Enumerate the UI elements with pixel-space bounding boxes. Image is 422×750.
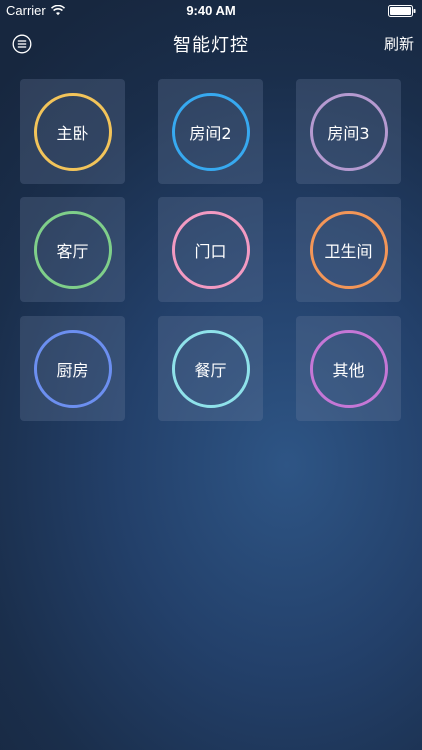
room-ring: 房间3	[309, 92, 388, 171]
room-label: 客厅	[56, 241, 89, 261]
room-ring: 客厅	[33, 210, 112, 289]
room-ring: 餐厅	[171, 329, 250, 408]
room-tile[interactable]: 房间3	[296, 79, 401, 184]
room-label: 卫生间	[324, 241, 373, 261]
status-bar: Carrier 9:40 AM	[0, 0, 422, 22]
room-ring: 门口	[171, 210, 250, 289]
room-tile[interactable]: 客厅	[20, 197, 125, 302]
room-tile[interactable]: 主卧	[20, 79, 125, 184]
room-tile[interactable]: 卫生间	[296, 197, 401, 302]
battery-icon	[388, 5, 416, 17]
room-ring: 主卧	[33, 92, 112, 171]
navigation-bar: 智能灯控 刷新	[0, 22, 422, 66]
room-ring: 房间2	[171, 92, 250, 171]
room-ring: 厨房	[33, 329, 112, 408]
room-tile[interactable]: 厨房	[20, 316, 125, 421]
room-label: 餐厅	[194, 360, 227, 380]
room-tile[interactable]: 餐厅	[158, 316, 263, 421]
refresh-button[interactable]: 刷新	[384, 33, 414, 54]
room-label: 门口	[194, 241, 227, 261]
room-label: 其他	[332, 360, 365, 380]
page-title: 智能灯控	[173, 35, 249, 56]
room-ring: 其他	[309, 329, 388, 408]
room-tile[interactable]: 其他	[296, 316, 401, 421]
room-ring: 卫生间	[309, 210, 388, 289]
room-label: 厨房	[56, 360, 89, 380]
status-time: 9:40 AM	[186, 3, 236, 18]
room-tile[interactable]: 门口	[158, 197, 263, 302]
room-label: 房间2	[189, 123, 232, 143]
room-label: 房间3	[327, 123, 370, 143]
room-label: 主卧	[56, 123, 89, 143]
room-tile[interactable]: 房间2	[158, 79, 263, 184]
